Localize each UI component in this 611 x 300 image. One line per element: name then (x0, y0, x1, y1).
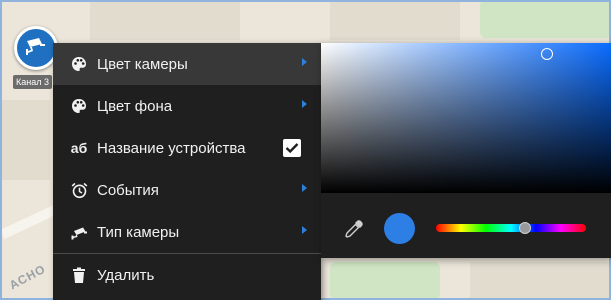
saturation-handle[interactable] (541, 48, 553, 60)
menu-item-background-color[interactable]: Цвет фона (53, 85, 321, 127)
menu-item-label: Цвет камеры (97, 55, 188, 73)
hue-slider-track[interactable] (436, 224, 586, 232)
camera-type-icon (69, 222, 89, 242)
context-menu: Цвет камеры Цвет фона аб Название устрой… (53, 43, 321, 300)
hue-slider-handle[interactable] (518, 222, 531, 234)
menu-item-camera-color[interactable]: Цвет камеры (53, 43, 321, 85)
chevron-right-icon (302, 100, 307, 108)
eyedropper-icon[interactable] (343, 218, 365, 240)
palette-icon (69, 54, 89, 74)
menu-item-label: Тип камеры (97, 223, 180, 241)
menu-item-camera-type[interactable]: Тип камеры (53, 211, 321, 253)
palette-icon (69, 96, 89, 116)
saturation-brightness-area[interactable] (321, 43, 611, 193)
chevron-right-icon (302, 226, 307, 234)
text-format-icon: аб (70, 140, 88, 156)
chevron-right-icon (302, 58, 307, 66)
color-picker-panel (321, 43, 611, 258)
menu-item-delete[interactable]: Удалить (53, 254, 321, 296)
menu-item-label: События (97, 181, 159, 199)
device-name-checkbox[interactable] (283, 139, 301, 157)
menu-item-label: Удалить (97, 266, 155, 284)
cctv-camera-icon (24, 36, 48, 61)
camera-name-label: Канал 3 (13, 75, 52, 89)
alarm-clock-icon (69, 180, 89, 200)
camera-marker[interactable] (14, 26, 58, 70)
street-label: АСНО (6, 261, 49, 293)
chevron-right-icon (302, 184, 307, 192)
menu-item-label: Название устройства (97, 139, 246, 157)
current-color-swatch (384, 213, 415, 244)
checkmark-icon (285, 143, 299, 154)
trash-icon (69, 265, 89, 285)
menu-item-label: Цвет фона (97, 97, 173, 115)
menu-item-events[interactable]: События (53, 169, 321, 211)
menu-item-device-name[interactable]: аб Название устройства (53, 127, 321, 169)
